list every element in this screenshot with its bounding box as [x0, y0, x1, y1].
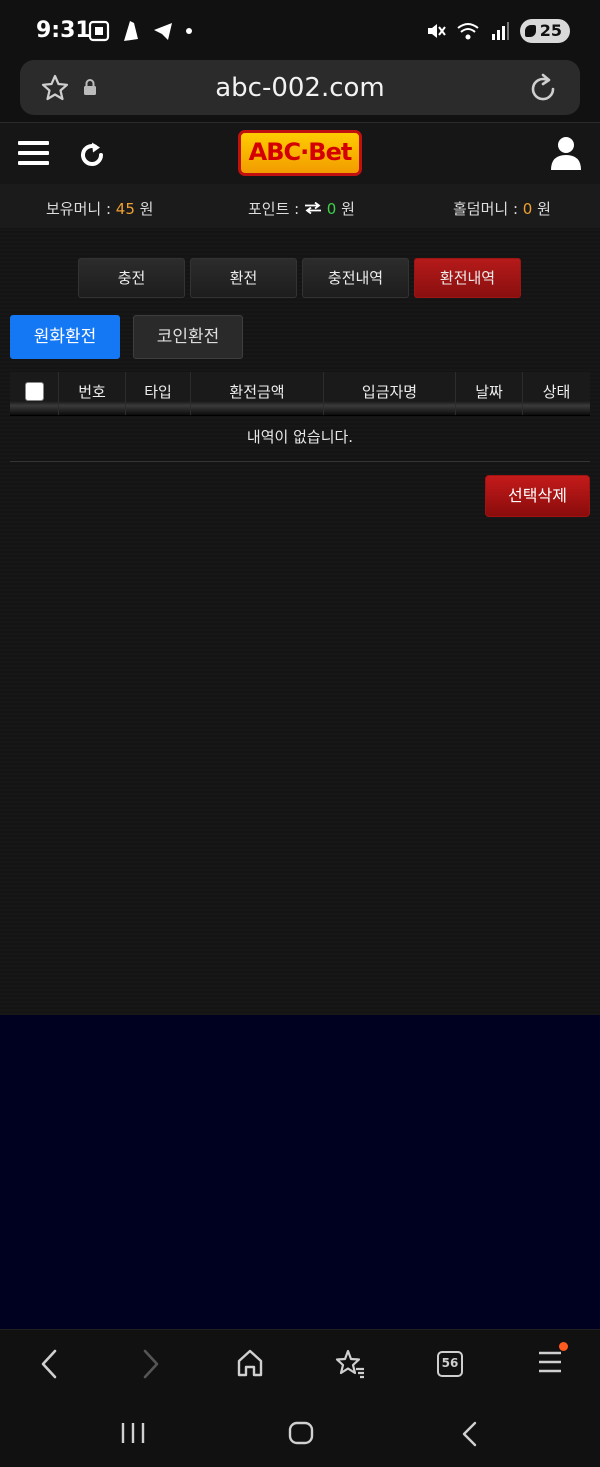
reload-icon[interactable] — [528, 72, 558, 104]
holdem-unit: 원 — [532, 200, 551, 218]
tab-count: 56 — [437, 1351, 463, 1377]
status-right-icons: 25 — [426, 18, 570, 44]
status-bar: 9:31 25 — [0, 0, 600, 60]
menu-lines-icon — [539, 1351, 561, 1373]
withdraw-history-table: 번호 타입 환전금액 입금자명 날짜 상태 내역이 없습니다. — [10, 372, 590, 462]
notification-dot-icon — [559, 1342, 568, 1351]
exchange-icon[interactable] — [304, 201, 322, 215]
site-logo[interactable]: ABC·Bet — [238, 130, 362, 176]
back-icon[interactable] — [38, 1348, 60, 1380]
money-value: 45 — [115, 200, 135, 218]
status-time: 9:31 — [36, 18, 91, 43]
column-header: 타입 — [126, 372, 191, 415]
holdem-value: 0 — [522, 200, 533, 218]
system-nav-bar — [0, 1399, 600, 1467]
money-balance: 보유머니 : 45 원 — [46, 198, 153, 219]
url-text: abc-002.com — [215, 73, 385, 103]
address-bar[interactable]: abc-002.com — [20, 60, 580, 115]
tab-withdraw-history[interactable]: 환전내역 — [414, 258, 521, 298]
balance-bar: 보유머니 : 45 원 포인트 : 0 원 홀덤머니 : 0 원 — [0, 184, 600, 228]
select-all-cell — [10, 372, 59, 415]
table-header: 번호 타입 환전금액 입금자명 날짜 상태 — [10, 372, 590, 416]
telegram-icon — [154, 23, 172, 40]
browser-toolbar: abc-002.com — [0, 60, 600, 122]
point-value: 0 — [326, 200, 337, 218]
signal-icon — [491, 22, 509, 40]
page-background — [0, 1015, 600, 1329]
status-left-icons — [88, 18, 194, 44]
holdem-label: 홀덤머니 : — [453, 200, 523, 218]
screenshot-icon — [88, 20, 110, 42]
column-header: 입금자명 — [324, 372, 456, 415]
forward-icon[interactable] — [140, 1348, 162, 1380]
refresh-icon[interactable] — [78, 141, 106, 169]
mute-icon — [427, 24, 446, 38]
battery-icon: 25 — [519, 19, 570, 43]
main-content: 충전 환전 충전내역 환전내역 원화환전 코인환전 번호 타입 환전금액 입금자… — [0, 228, 600, 1015]
column-header: 날짜 — [456, 372, 523, 415]
recent-apps-icon[interactable] — [120, 1421, 146, 1445]
site-header: ABC·Bet — [0, 122, 600, 184]
browser-bottom-nav: 56 — [0, 1329, 600, 1399]
tab-withdraw[interactable]: 환전 — [190, 258, 297, 298]
browser-menu-button[interactable] — [538, 1342, 568, 1378]
bookmarks-icon[interactable] — [334, 1348, 366, 1380]
money-label: 보유머니 : — [46, 200, 116, 218]
dot-icon — [186, 28, 192, 34]
holdem-balance: 홀덤머니 : 0 원 — [453, 198, 551, 219]
home-button-icon[interactable] — [288, 1421, 314, 1445]
main-tabs: 충전 환전 충전내역 환전내역 — [78, 258, 521, 298]
menu-icon[interactable] — [18, 141, 49, 171]
notification-icon — [124, 21, 138, 41]
column-header: 환전금액 — [191, 372, 324, 415]
select-all-checkbox[interactable] — [24, 382, 44, 401]
system-back-icon[interactable] — [460, 1421, 480, 1447]
point-unit: 원 — [336, 200, 355, 218]
point-label: 포인트 : — [248, 200, 304, 218]
column-header: 번호 — [59, 372, 126, 415]
home-icon[interactable] — [236, 1348, 264, 1378]
user-icon[interactable] — [550, 135, 582, 171]
sub-tabs: 원화환전 코인환전 — [10, 315, 243, 359]
tab-deposit[interactable]: 충전 — [78, 258, 185, 298]
empty-message: 내역이 없습니다. — [10, 416, 590, 462]
money-unit: 원 — [134, 200, 154, 218]
tab-deposit-history[interactable]: 충전내역 — [302, 258, 409, 298]
tab-krw-withdraw[interactable]: 원화환전 — [10, 315, 120, 359]
tabs-button[interactable]: 56 — [437, 1351, 463, 1377]
column-header: 상태 — [542, 383, 571, 401]
delete-selected-button[interactable]: 선택삭제 — [485, 475, 590, 517]
point-balance: 포인트 : 0 원 — [248, 198, 355, 219]
tab-coin-withdraw[interactable]: 코인환전 — [133, 315, 243, 359]
wifi-icon — [457, 23, 479, 40]
